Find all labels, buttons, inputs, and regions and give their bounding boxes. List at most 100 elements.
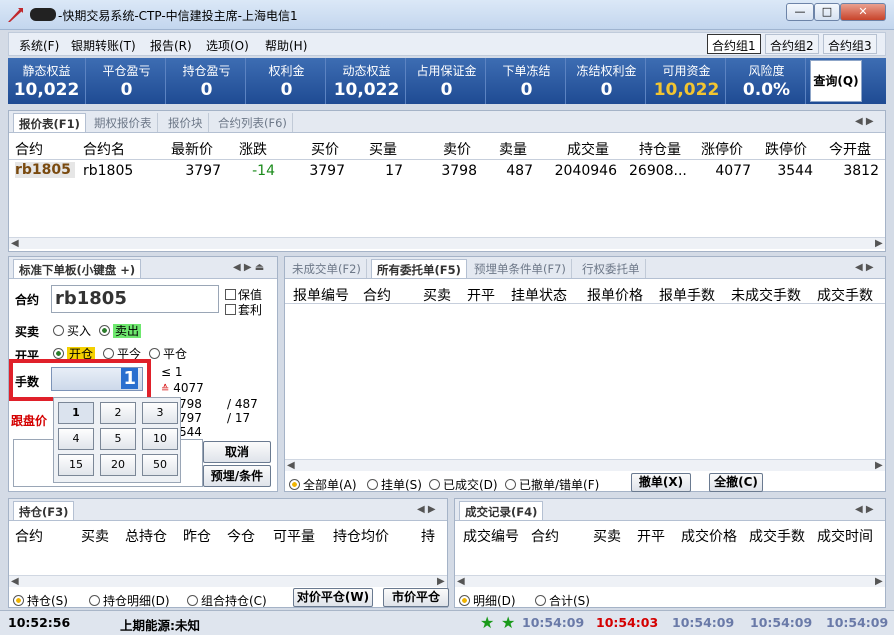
- col-header[interactable]: 可平量: [273, 526, 315, 546]
- counter-price-close-button[interactable]: 对价平仓(W): [293, 588, 373, 607]
- scroll-left-icon[interactable]: ◀: [11, 576, 19, 587]
- buy-radio[interactable]: 买入: [53, 322, 91, 339]
- menu-help[interactable]: 帮助(H): [265, 37, 307, 54]
- col-header[interactable]: 涨停价: [701, 139, 743, 159]
- cancel-order-button[interactable]: 取消: [203, 441, 271, 463]
- filter-all-radio[interactable]: 全部单(A): [289, 476, 357, 493]
- col-header[interactable]: 总持仓: [125, 526, 167, 546]
- key-4[interactable]: 4: [58, 428, 94, 450]
- col-header[interactable]: 成交时间: [817, 526, 873, 546]
- quote-hscrollbar[interactable]: ◀ ▶: [9, 237, 885, 249]
- tab-scroll-arrows-icon[interactable]: ◀ ▶: [855, 116, 874, 127]
- key-1[interactable]: 1: [58, 402, 94, 424]
- menu-bank-transfer[interactable]: 银期转账(T): [71, 37, 136, 54]
- tab-preset-orders[interactable]: 预埋单条件单(F7): [469, 259, 572, 278]
- preset-condition-button[interactable]: 预埋/条件: [203, 465, 271, 487]
- col-header[interactable]: 持仓均价: [333, 526, 389, 546]
- col-header[interactable]: 成交编号: [463, 526, 519, 546]
- cancel-order-button[interactable]: 撤单(X): [631, 473, 691, 492]
- tab-quote-table[interactable]: 报价表(F1): [13, 113, 86, 132]
- tab-exercise-orders[interactable]: 行权委托单: [577, 259, 646, 278]
- position-details-radio[interactable]: 持仓明细(D): [89, 592, 170, 609]
- trades-hscrollbar[interactable]: ◀ ▶: [455, 575, 885, 587]
- col-header[interactable]: 合约: [15, 139, 43, 159]
- col-header[interactable]: 今仓: [227, 526, 255, 546]
- col-header[interactable]: 持: [421, 526, 435, 546]
- col-header[interactable]: 报单手数: [659, 285, 715, 305]
- col-header[interactable]: 跌停价: [765, 139, 807, 159]
- col-header[interactable]: 成交量: [567, 139, 609, 159]
- col-header[interactable]: 昨仓: [183, 526, 211, 546]
- col-header[interactable]: 成交价格: [681, 526, 737, 546]
- quantity-input[interactable]: 1: [51, 367, 143, 391]
- col-header[interactable]: 合约: [363, 285, 391, 305]
- tab-scroll-arrows-icon[interactable]: ◀ ▶: [855, 262, 874, 273]
- sell-radio[interactable]: 卖出: [99, 322, 142, 339]
- col-header[interactable]: 报单价格: [587, 285, 643, 305]
- trade-total-radio[interactable]: 合计(S): [535, 592, 590, 609]
- scroll-left-icon[interactable]: ◀: [11, 238, 19, 249]
- filter-filled-radio[interactable]: 已成交(D): [429, 476, 498, 493]
- filter-pending-radio[interactable]: 挂单(S): [367, 476, 422, 493]
- menu-options[interactable]: 选项(O): [206, 37, 249, 54]
- col-header[interactable]: 开平: [637, 526, 665, 546]
- col-header[interactable]: 卖量: [499, 139, 527, 159]
- col-header[interactable]: 买量: [369, 139, 397, 159]
- scroll-right-icon[interactable]: ▶: [875, 238, 883, 249]
- scroll-right-icon[interactable]: ▶: [437, 576, 445, 587]
- col-header[interactable]: 未成交手数: [731, 285, 801, 305]
- maximize-button[interactable]: □: [814, 3, 840, 21]
- tab-scroll-arrows-icon[interactable]: ◀ ▶: [855, 504, 874, 515]
- menu-report[interactable]: 报告(R): [150, 37, 192, 54]
- cancel-all-button[interactable]: 全撤(C): [709, 473, 763, 492]
- tab-positions[interactable]: 持仓(F3): [13, 501, 75, 520]
- tab-contract-group-1[interactable]: 合约组1: [707, 34, 761, 54]
- tab-contract-list[interactable]: 合约列表(F6): [213, 113, 293, 132]
- col-header[interactable]: 挂单状态: [511, 285, 567, 305]
- positions-radio[interactable]: 持仓(S): [13, 592, 68, 609]
- combo-positions-radio[interactable]: 组合持仓(C): [187, 592, 267, 609]
- col-header[interactable]: 买卖: [81, 526, 109, 546]
- trade-details-radio[interactable]: 明细(D): [459, 592, 516, 609]
- contract-input[interactable]: rb1805: [51, 285, 219, 313]
- col-header[interactable]: 开平: [467, 285, 495, 305]
- scroll-right-icon[interactable]: ▶: [875, 576, 883, 587]
- col-header[interactable]: 成交手数: [817, 285, 873, 305]
- col-header[interactable]: 合约: [531, 526, 559, 546]
- panel-arrows-icon[interactable]: ◀ ▶ ⏏: [233, 262, 264, 273]
- tab-standard-order[interactable]: 标准下单板(小键盘 +): [13, 259, 142, 278]
- col-header[interactable]: 合约名: [83, 139, 125, 159]
- tab-contract-group-2[interactable]: 合约组2: [765, 34, 819, 54]
- arbitrage-checkbox[interactable]: 套利: [225, 301, 262, 318]
- tab-trade-records[interactable]: 成交记录(F4): [459, 501, 544, 520]
- key-2[interactable]: 2: [100, 402, 136, 424]
- key-20[interactable]: 20: [100, 454, 136, 476]
- menu-system[interactable]: 系统(F): [19, 37, 59, 54]
- tab-all-orders[interactable]: 所有委托单(F5): [371, 259, 467, 278]
- query-button[interactable]: 查询(Q): [810, 60, 862, 102]
- col-header[interactable]: 报单编号: [293, 285, 349, 305]
- key-15[interactable]: 15: [58, 454, 94, 476]
- key-10[interactable]: 10: [142, 428, 178, 450]
- scroll-left-icon[interactable]: ◀: [287, 460, 295, 471]
- scroll-right-icon[interactable]: ▶: [875, 460, 883, 471]
- col-header[interactable]: 买卖: [423, 285, 451, 305]
- col-header[interactable]: 成交手数: [749, 526, 805, 546]
- positions-hscrollbar[interactable]: ◀ ▶: [9, 575, 447, 587]
- col-header[interactable]: 买卖: [593, 526, 621, 546]
- col-header[interactable]: 最新价: [171, 139, 213, 159]
- col-header[interactable]: 卖价: [443, 139, 471, 159]
- tab-quote-block[interactable]: 报价块: [163, 113, 209, 132]
- key-5[interactable]: 5: [100, 428, 136, 450]
- filter-cancelled-radio[interactable]: 已撤单/错单(F): [505, 476, 599, 493]
- key-3[interactable]: 3: [142, 402, 178, 424]
- col-header[interactable]: 持仓量: [639, 139, 681, 159]
- tab-contract-group-3[interactable]: 合约组3: [823, 34, 877, 54]
- tab-option-quote[interactable]: 期权报价表: [89, 113, 158, 132]
- scroll-left-icon[interactable]: ◀: [457, 576, 465, 587]
- tab-pending-orders[interactable]: 未成交单(F2): [287, 259, 367, 278]
- col-header[interactable]: 今开盘: [829, 139, 871, 159]
- col-header[interactable]: 涨跌: [239, 139, 267, 159]
- close-window-button[interactable]: ✕: [840, 3, 886, 21]
- close-radio[interactable]: 平仓: [149, 345, 187, 362]
